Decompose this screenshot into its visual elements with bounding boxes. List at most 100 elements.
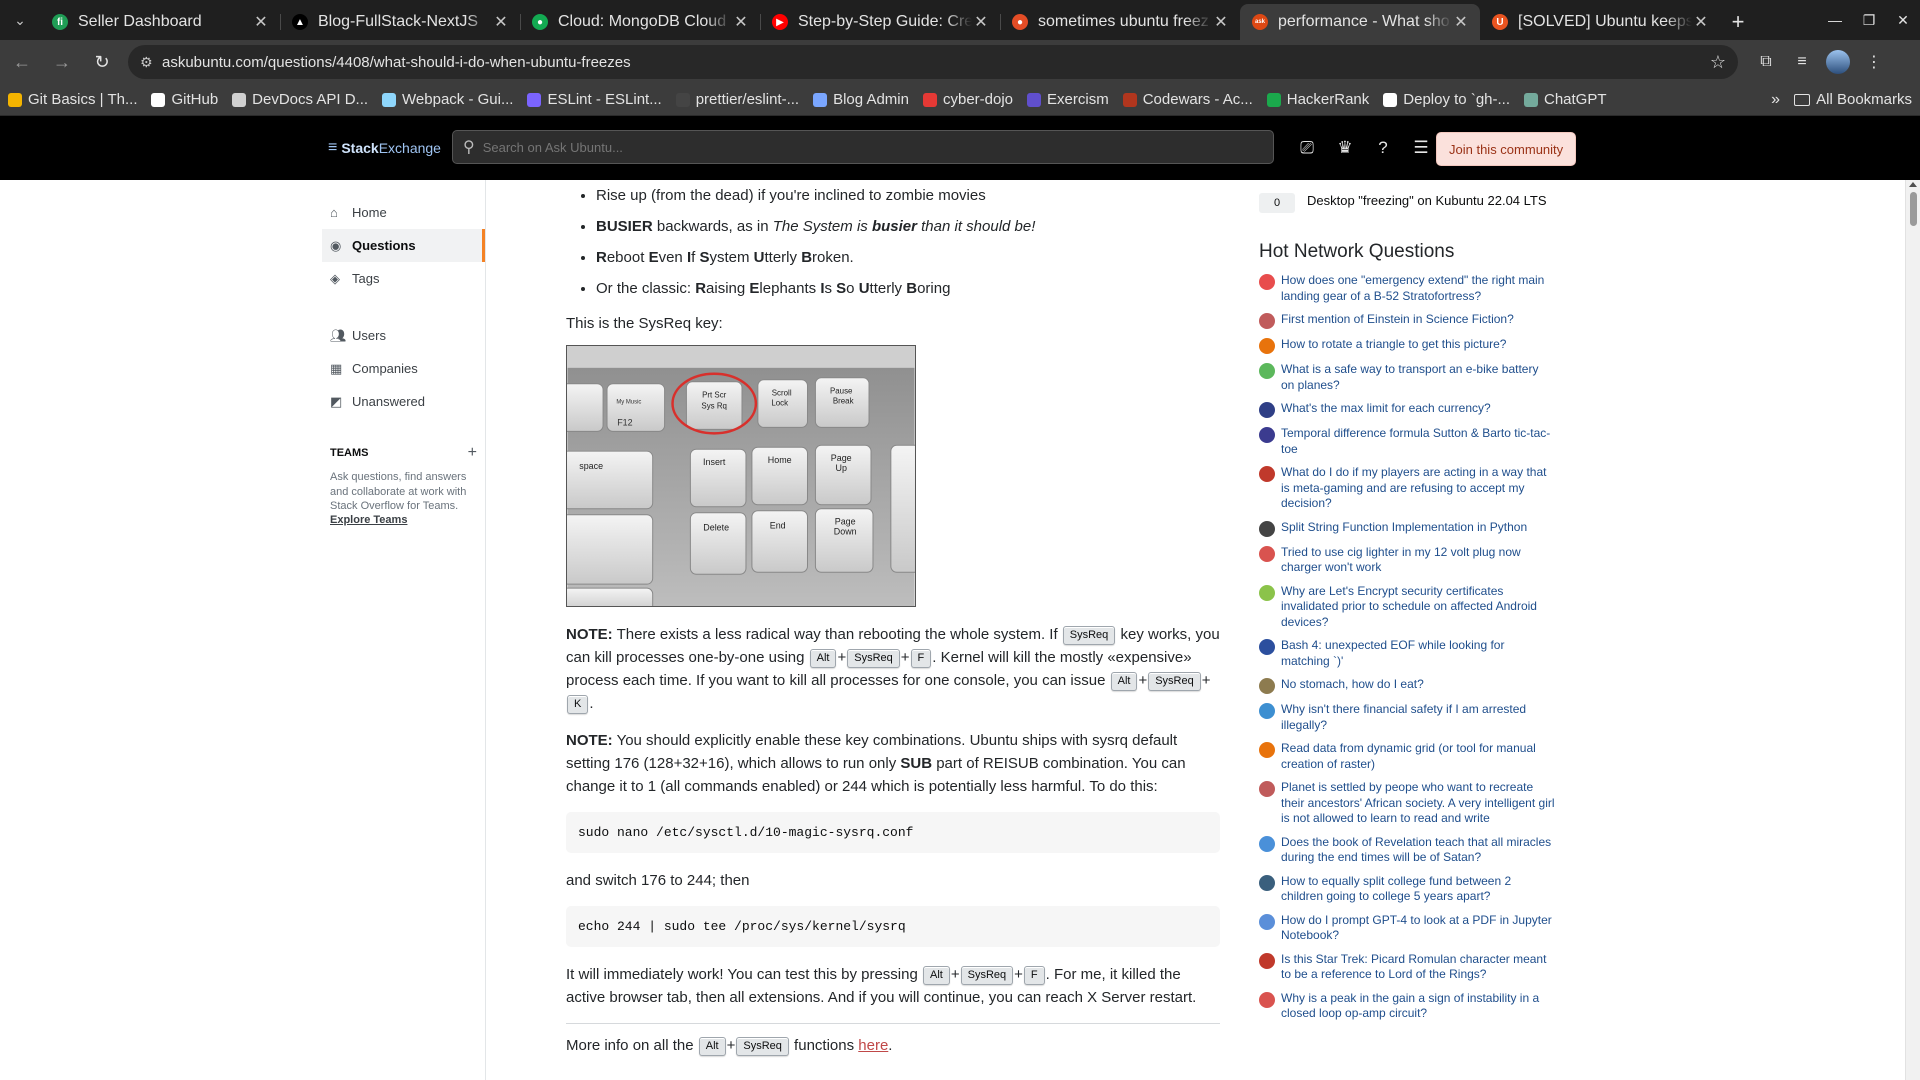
hnq-link[interactable]: Is this Star Trek: Picard Romulan charac…	[1281, 952, 1555, 983]
bookmark-star-icon[interactable]: ☆	[1710, 52, 1726, 73]
tab-search-icon[interactable]: ⌄	[0, 0, 40, 40]
hnq-link[interactable]: What is a safe way to transport an e-bik…	[1281, 362, 1555, 393]
bookmark-item[interactable]: ESLint - ESLint...	[527, 91, 662, 108]
nav-home[interactable]: ⌂ Home	[322, 196, 485, 229]
reload-icon[interactable]: ↻	[84, 44, 120, 80]
tab-favicon-icon: fi	[52, 14, 68, 30]
hnq-link[interactable]: Why isn't there financial safety if I am…	[1281, 702, 1555, 733]
stackexchange-logo[interactable]: ≡ Stack Exchange	[328, 139, 441, 157]
bookmark-item[interactable]: GitHub	[151, 91, 218, 108]
reisub-mnemonic-list: Rise up (from the dead) if you're inclin…	[566, 184, 1220, 300]
close-tab-icon[interactable]: ✕	[972, 12, 990, 32]
site-favicon-icon	[1259, 678, 1275, 694]
tab-favicon-icon: ask	[1252, 14, 1268, 30]
bookmark-item[interactable]: ChatGPT	[1524, 91, 1607, 108]
inbox-icon[interactable]: ⎚	[1288, 129, 1326, 167]
hnq-link[interactable]: First mention of Einstein in Science Fic…	[1281, 312, 1514, 328]
browser-tab[interactable]: ● Cloud: MongoDB Cloud ✕	[520, 4, 760, 40]
code-block-echo[interactable]: echo 244 | sudo tee /proc/sys/kernel/sys…	[566, 906, 1220, 947]
hnq-link[interactable]: How does one "emergency extend" the righ…	[1281, 273, 1555, 304]
key-label: F12	[617, 417, 632, 427]
join-community-button[interactable]: Join this community	[1436, 132, 1577, 166]
bookmark-item[interactable]: Codewars - Ac...	[1122, 91, 1253, 108]
hnq-link[interactable]: What's the max limit for each currency?	[1281, 401, 1491, 417]
tab-title: Seller Dashboard	[78, 13, 202, 30]
hnq-link[interactable]: Why is a peak in the gain a sign of inst…	[1281, 991, 1555, 1022]
hnq-link[interactable]: How to rotate a triangle to get this pic…	[1281, 337, 1506, 353]
hnq-item: How to rotate a triangle to get this pic…	[1259, 337, 1555, 354]
browser-tab[interactable]: fi Seller Dashboard ✕	[40, 4, 280, 40]
hnq-link[interactable]: Temporal difference formula Sutton & Bar…	[1281, 426, 1555, 457]
nav-questions[interactable]: ◉ Questions	[322, 229, 485, 262]
bookmark-item[interactable]: Deploy to `gh-...	[1383, 91, 1510, 108]
code-block-nano[interactable]: sudo nano /etc/sysctl.d/10-magic-sysrq.c…	[566, 812, 1220, 853]
hnq-link[interactable]: Does the book of Revelation teach that a…	[1281, 835, 1555, 866]
scroll-thumb[interactable]	[1910, 192, 1917, 226]
key-label: Scroll	[772, 389, 792, 398]
minimize-icon[interactable]: —	[1818, 0, 1852, 40]
close-tab-icon[interactable]: ✕	[1692, 12, 1710, 32]
browser-tab[interactable]: ▲ Blog-FullStack-NextJS ✕	[280, 4, 520, 40]
explore-teams-link[interactable]: Explore Teams	[322, 514, 485, 526]
url-text[interactable]: askubuntu.com/questions/4408/what-should…	[162, 54, 1710, 71]
address-bar[interactable]: ⚙ askubuntu.com/questions/4408/what-shou…	[128, 45, 1738, 79]
help-icon[interactable]: ?	[1364, 129, 1402, 167]
media-controls-icon[interactable]: ≡	[1784, 44, 1820, 80]
nav-companies[interactable]: ▦ Companies	[322, 352, 485, 385]
hnq-link[interactable]: Bash 4: unexpected EOF while looking for…	[1281, 638, 1555, 669]
site-info-icon[interactable]: ⚙	[140, 54, 162, 71]
close-tab-icon[interactable]: ✕	[252, 12, 270, 32]
add-team-icon[interactable]: +	[468, 444, 477, 462]
browser-menu-icon[interactable]: ⋮	[1856, 44, 1892, 80]
close-tab-icon[interactable]: ✕	[732, 12, 750, 32]
nav-tags[interactable]: ◈ Tags	[322, 262, 485, 295]
sysreq-keyboard-photo[interactable]: My Music F12 Prt Scr Sys Rq Scroll Lock …	[566, 345, 916, 607]
close-tab-icon[interactable]: ✕	[1212, 12, 1230, 32]
nav-users[interactable]: 👥︎ Users	[322, 319, 485, 352]
extensions-icon[interactable]: ⧉	[1748, 44, 1784, 80]
hnq-link[interactable]: No stomach, how do I eat?	[1281, 677, 1424, 693]
maximize-icon[interactable]: ❐	[1852, 0, 1886, 40]
bookmark-item[interactable]: Blog Admin	[813, 91, 909, 108]
back-icon[interactable]: ←	[4, 44, 40, 80]
forward-icon[interactable]: →	[44, 44, 80, 80]
bookmarks-overflow-icon[interactable]: »	[1771, 91, 1780, 109]
profile-avatar[interactable]	[1826, 50, 1850, 74]
search-input[interactable]	[482, 139, 1083, 155]
new-tab-button[interactable]: +	[1720, 4, 1756, 40]
site-search[interactable]: ⚲	[452, 130, 1274, 164]
scroll-up-arrow-icon[interactable]	[1909, 182, 1917, 187]
bookmark-item[interactable]: Webpack - Gui...	[382, 91, 513, 108]
browser-tab[interactable]: ask performance - What sho ✕	[1240, 4, 1480, 40]
all-bookmarks-button[interactable]: All Bookmarks	[1794, 91, 1912, 108]
hnq-link[interactable]: Split String Function Implementation in …	[1281, 520, 1527, 536]
bookmark-item[interactable]: Git Basics | Th...	[8, 91, 137, 108]
page-scrollbar[interactable]	[1905, 180, 1920, 1080]
browser-tab[interactable]: ● sometimes ubuntu freez ✕	[1000, 4, 1240, 40]
nav-unanswered[interactable]: ◩ Unanswered	[322, 385, 485, 418]
hnq-link[interactable]: Tried to use cig lighter in my 12 volt p…	[1281, 545, 1555, 576]
here-link[interactable]: here	[858, 1037, 888, 1054]
hnq-link[interactable]: What do I do if my players are acting in…	[1281, 465, 1555, 512]
related-question-link[interactable]: Desktop "freezing" on Kubuntu 22.04 LTS	[1307, 192, 1547, 209]
hnq-link[interactable]: Planet is settled by peope who want to r…	[1281, 780, 1555, 827]
browser-tab[interactable]: U [SOLVED] Ubuntu keeps ✕	[1480, 4, 1720, 40]
close-window-icon[interactable]: ✕	[1886, 0, 1920, 40]
bookmark-item[interactable]: prettier/eslint-...	[675, 91, 799, 108]
teams-header: TEAMS +	[322, 444, 485, 462]
hnq-link[interactable]: Why are Let's Encrypt security certifica…	[1281, 584, 1555, 631]
hnq-link[interactable]: How to equally split college fund betwee…	[1281, 874, 1555, 905]
achievements-icon[interactable]: ♛	[1326, 129, 1364, 167]
bookmark-item[interactable]: DevDocs API D...	[232, 91, 368, 108]
bookmark-item[interactable]: HackerRank	[1266, 91, 1369, 108]
bookmark-item[interactable]: Exercism	[1027, 91, 1109, 108]
close-tab-icon[interactable]: ✕	[1452, 12, 1470, 32]
bookmark-item[interactable]: cyber-dojo	[922, 91, 1013, 108]
site-switcher-icon[interactable]: ☰	[1402, 129, 1440, 167]
site-favicon-icon	[1259, 835, 1275, 852]
browser-tab[interactable]: ▶ Step-by-Step Guide: Crea ✕	[760, 4, 1000, 40]
close-tab-icon[interactable]: ✕	[492, 12, 510, 32]
kbd-alt: Alt	[1110, 671, 1138, 691]
hnq-link[interactable]: How do I prompt GPT-4 to look at a PDF i…	[1281, 913, 1555, 944]
hnq-link[interactable]: Read data from dynamic grid (or tool for…	[1281, 741, 1555, 772]
